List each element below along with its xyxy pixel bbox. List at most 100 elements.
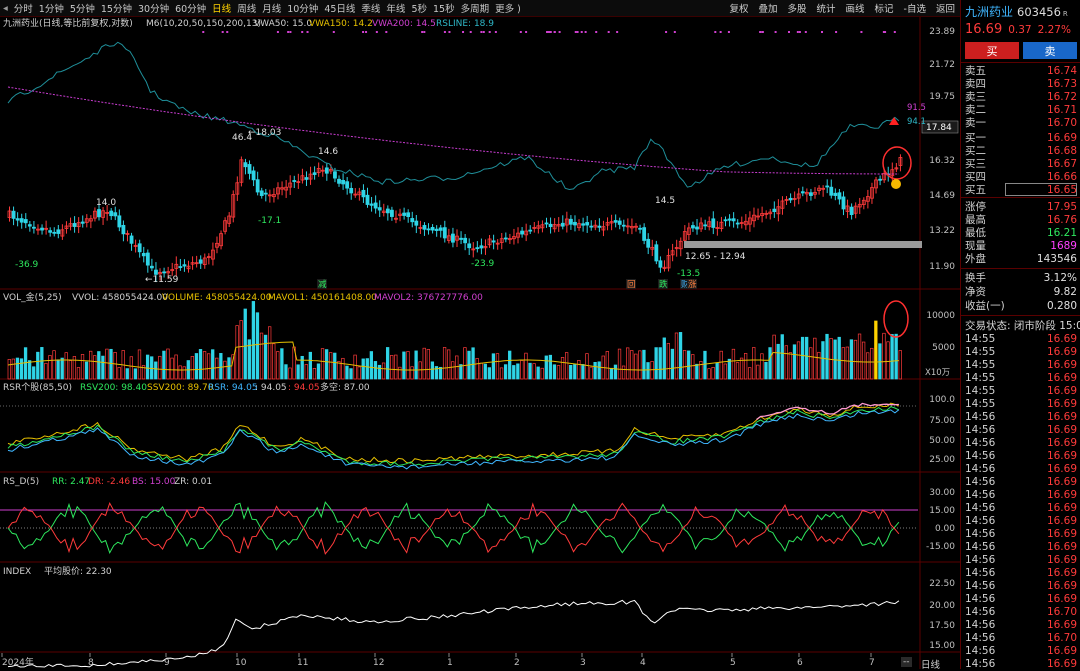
period-tab-11[interactable]: 季线 — [358, 1, 383, 15]
candle-body — [149, 265, 154, 269]
volume-bar — [520, 360, 524, 380]
volume-bar — [219, 353, 223, 380]
period-tab-16[interactable]: 更多 ) — [492, 1, 524, 15]
candle-body — [72, 223, 77, 227]
tick-time: 14:56 — [965, 450, 996, 462]
period-tab-7[interactable]: 周线 — [234, 1, 259, 15]
divider — [961, 197, 1080, 198]
candle-body — [182, 264, 187, 267]
period-tab-15[interactable]: 多周期 — [458, 1, 493, 15]
candle-body — [251, 170, 256, 181]
candle-body — [390, 209, 394, 217]
candle-body — [646, 238, 651, 248]
rs-dot — [525, 31, 528, 33]
period-tab-3[interactable]: 15分钟 — [98, 1, 135, 15]
rs-dot — [221, 31, 224, 33]
candle-body — [597, 225, 602, 228]
tick-row: 14:55 16.69 — [965, 333, 1077, 346]
volume-bar — [861, 341, 866, 380]
vol-name: VOL_金(5,25) — [3, 291, 62, 303]
period-tab-8[interactable]: 月线 — [259, 1, 284, 15]
chart-title: 九洲药业(日线,等比前复权,对数) — [3, 17, 133, 29]
buy-button[interactable]: 买 — [965, 42, 1019, 59]
volume-bar — [573, 364, 577, 380]
vol-axis-label: 10000 — [926, 311, 955, 321]
toolbar-btn-7[interactable]: 返回 — [931, 1, 960, 15]
period-tab-12[interactable]: 年线 — [383, 1, 408, 15]
period-tab-13[interactable]: 5秒 — [408, 1, 430, 15]
toolbar-btn-0[interactable]: 复权 — [724, 1, 753, 15]
ask-row-2-value: 16.72 — [1046, 90, 1077, 103]
candle-body — [691, 225, 695, 229]
toolbar-btn-4[interactable]: 画线 — [841, 1, 870, 15]
vol-mavol2: MAVOL2: 376727776.00 — [374, 293, 483, 303]
volume-bar — [64, 352, 68, 380]
trade-buttons: 买 卖 — [965, 42, 1077, 60]
price-change-pct: 2.27% — [1037, 24, 1071, 36]
sell-button[interactable]: 卖 — [1023, 42, 1077, 59]
rs-dot — [584, 31, 587, 33]
volume-bar — [532, 363, 536, 380]
period-tab-0[interactable]: 分时 — [11, 1, 36, 15]
toolbar-btn-3[interactable]: 统计 — [812, 1, 841, 15]
volume-bar — [105, 348, 109, 380]
candle-body — [247, 164, 252, 174]
volume-bar — [268, 326, 272, 380]
period-tab-2[interactable]: 5分钟 — [67, 1, 98, 15]
candle-body — [735, 222, 740, 225]
volume-bar — [589, 366, 593, 380]
volume-bar — [813, 337, 817, 380]
period-tab-5[interactable]: 60分钟 — [172, 1, 209, 15]
candle-body — [255, 179, 260, 193]
candle-body — [573, 221, 577, 226]
period-tab-14[interactable]: 15秒 — [430, 1, 458, 15]
current-price-label: 17.84 — [926, 123, 952, 133]
kline-chart-area[interactable]: 23.8921.7219.7517.8416.3214.6913.2211.90… — [0, 17, 960, 669]
toolbar-btn-1[interactable]: 叠加 — [753, 1, 782, 15]
candle-body — [324, 167, 329, 174]
tick-time: 14:56 — [965, 463, 996, 475]
event-marker: 涨 — [688, 279, 697, 290]
candle-body — [80, 221, 85, 224]
period-tab-9[interactable]: 10分钟 — [284, 1, 321, 15]
candle-body — [23, 219, 28, 224]
period-tab-10[interactable]: 45日线 — [321, 1, 358, 15]
candle-body — [243, 162, 248, 168]
volume-bar — [19, 358, 24, 380]
bid-row-2-value: 16.67 — [1046, 157, 1077, 170]
rs-dot — [558, 31, 561, 33]
toolbar-menu-icon[interactable]: ◂ — [0, 3, 11, 14]
period-tab-6[interactable]: 日线 — [209, 1, 234, 15]
rs-dot — [226, 31, 229, 33]
candle-body — [48, 230, 53, 233]
rs-dot — [820, 31, 823, 33]
annotation-464: 46.4 — [232, 133, 252, 143]
period-tab-1[interactable]: 1分钟 — [36, 1, 67, 15]
rs-dot — [835, 31, 838, 33]
volume-bar — [150, 356, 154, 380]
period-tab-4[interactable]: 30分钟 — [135, 1, 172, 15]
candle-body — [365, 194, 370, 205]
volume-bar — [390, 355, 394, 380]
rsd-axis-label: 15.00 — [929, 506, 955, 516]
tick-price: 16.69 — [1046, 450, 1077, 462]
toolbar-btn-5[interactable]: 标记 — [870, 1, 899, 15]
volume-bar — [536, 366, 540, 380]
candle-body — [772, 208, 777, 213]
rsr-axis-label: 100.0 — [929, 395, 955, 405]
rs-dot — [482, 31, 485, 33]
period-toggle-button[interactable]: -- — [901, 657, 912, 667]
annotation-145: 14.5 — [655, 196, 675, 206]
candle-body — [491, 240, 496, 243]
rsr-ssv: SSV200: 89.70 — [147, 383, 214, 393]
volume-bar — [255, 312, 260, 380]
event-marker: 减 — [318, 279, 327, 290]
tick-row: 14:55 16.69 — [965, 346, 1077, 359]
toolbar-btn-6[interactable]: -自选 — [899, 1, 931, 15]
toolbar-btn-2[interactable]: 多股 — [782, 1, 811, 15]
divider — [961, 315, 1080, 316]
vol-volume: VOLUME: 458055424.00 — [162, 293, 272, 303]
volume-bar — [162, 350, 166, 380]
rsr-rsr: RSR: 94.05 — [208, 383, 258, 393]
rs-dot — [421, 31, 424, 33]
